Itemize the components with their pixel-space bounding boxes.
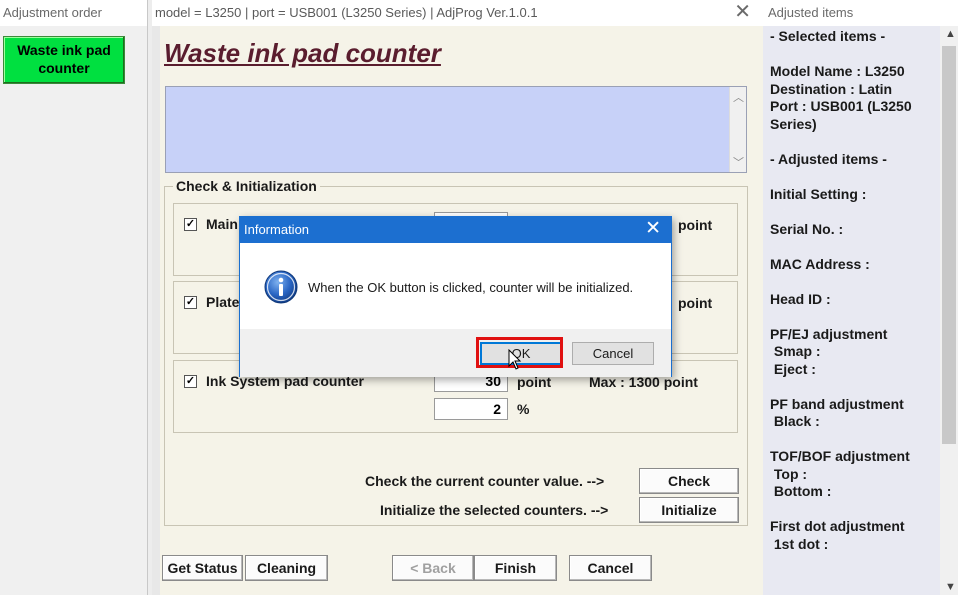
plate-counter-label: Plate <box>206 294 240 310</box>
dialog-message: When the OK button is clicked, counter w… <box>308 280 634 295</box>
check-hint: Check the current counter value. --> <box>365 473 605 489</box>
adjusted-item-line: PF band adjustment <box>770 395 904 412</box>
adjusted-item-line: Model Name : L3250 <box>770 63 905 79</box>
adjusted-item-line: TOF/BOF adjustment <box>770 448 910 464</box>
dialog-footer: OK Cancel <box>240 329 671 377</box>
adjusted-item-line: Port : USB001 (L3250 <box>770 98 912 114</box>
plate-counter-unit: point <box>678 295 713 311</box>
adjusted-item-line: Smap : <box>770 343 821 359</box>
dialog-body: When the OK button is clicked, counter w… <box>240 243 671 329</box>
adjusted-item-line: Bottom : <box>770 483 832 499</box>
initialize-button[interactable]: Initialize <box>639 497 739 523</box>
adjusted-items-list: - Selected items - Model Name : L3250 Des… <box>763 26 940 595</box>
adjusted-item-line <box>770 273 940 291</box>
dialog-title: Information <box>244 222 310 237</box>
ink-system-counter-checkbox[interactable]: ✓ <box>184 375 197 388</box>
adjusted-item-line <box>770 501 940 519</box>
adjusted-item-line: Destination : Latin <box>770 80 893 97</box>
adjusted-item-line <box>770 168 940 186</box>
main-window-title: model = L3250 | port = USB001 (L3250 Ser… <box>155 5 538 20</box>
dialog-cancel-button[interactable]: Cancel <box>572 342 654 365</box>
scroll-down-icon[interactable]: ﹀ <box>733 154 744 170</box>
adjusted-items-panel: Adjusted items - Selected items - Model … <box>763 0 958 595</box>
adjusted-item-line <box>770 203 940 221</box>
adjusted-item-line: MAC Address : <box>770 255 870 272</box>
adjusted-items-title: Adjusted items <box>763 0 958 26</box>
scroll-down-icon[interactable]: ▼ <box>945 581 956 593</box>
close-icon[interactable]: ✕ <box>645 219 661 239</box>
waste-ink-pad-counter-item[interactable]: Waste ink pad counter <box>3 36 125 84</box>
adjustment-order-title: Adjustment order <box>0 0 147 26</box>
scroll-thumb[interactable] <box>942 46 956 444</box>
waste-ink-pad-label-line2: counter <box>38 60 90 76</box>
adjusted-items-scrollbar[interactable]: ▲ ▼ <box>940 26 958 595</box>
mouse-cursor-icon <box>508 349 522 370</box>
adjusted-item-line: Black : <box>770 413 820 429</box>
cleaning-button[interactable]: Cleaning <box>245 555 328 581</box>
scroll-up-icon[interactable]: ︿ <box>733 89 744 105</box>
main-counter-unit: point <box>678 217 713 233</box>
main-counter-label: Main <box>206 216 238 232</box>
adjusted-item-line <box>770 431 940 449</box>
adjusted-item-line: Initial Setting : <box>770 185 867 202</box>
adjusted-item-line: - Selected items - <box>770 28 886 44</box>
info-textbox: ︿ ﹀ <box>165 86 747 173</box>
cancel-button[interactable]: Cancel <box>569 555 652 581</box>
adjusted-item-line: Serial No. : <box>770 220 844 237</box>
dialog-titlebar: Information ✕ <box>240 217 671 243</box>
adjusted-item-line: Top : <box>770 465 808 482</box>
finish-button[interactable]: Finish <box>474 555 557 581</box>
get-status-button[interactable]: Get Status <box>162 555 243 581</box>
information-dialog: Information ✕ When the OK button is clic… <box>239 216 672 377</box>
page-title: Waste ink pad counter <box>164 38 441 68</box>
adjustment-order-panel: Adjustment order Waste ink pad counter <box>0 0 148 595</box>
adjusted-item-line: Eject : <box>770 360 816 377</box>
adjusted-item-line <box>770 378 940 396</box>
adjusted-item-line: Head ID : <box>770 290 831 307</box>
scroll-up-icon[interactable]: ▲ <box>945 28 956 40</box>
group-title: Check & Initialization <box>173 178 320 194</box>
adjusted-item-line: PF/EJ adjustment <box>770 325 888 342</box>
adjusted-item-line: First dot adjustment <box>770 518 905 534</box>
info-scrollbar[interactable]: ︿ ﹀ <box>729 87 746 172</box>
adjusted-item-line <box>770 308 940 326</box>
adjusted-item-line <box>770 238 940 256</box>
ink-system-counter-percent: 2 <box>434 398 508 420</box>
adjusted-item-line <box>770 133 940 151</box>
adjusted-item-line: 1st dot : <box>770 535 829 552</box>
back-button[interactable]: < Back <box>392 555 474 581</box>
main-titlebar: model = L3250 | port = USB001 (L3250 Ser… <box>152 0 763 26</box>
adjusted-item-line: Series) <box>770 115 817 132</box>
close-icon[interactable]: ✕ <box>734 2 751 22</box>
info-icon <box>264 270 298 304</box>
background-window-edge <box>152 26 160 595</box>
check-button[interactable]: Check <box>639 468 739 494</box>
main-counter-checkbox[interactable]: ✓ <box>184 218 197 231</box>
ink-system-percent-unit: % <box>517 401 530 417</box>
initialize-hint: Initialize the selected counters. --> <box>380 502 609 518</box>
adjusted-item-line: - Adjusted items - <box>770 150 887 167</box>
waste-ink-pad-label-line1: Waste ink pad <box>17 42 111 58</box>
plate-counter-checkbox[interactable]: ✓ <box>184 296 197 309</box>
adjusted-item-line <box>770 46 940 64</box>
